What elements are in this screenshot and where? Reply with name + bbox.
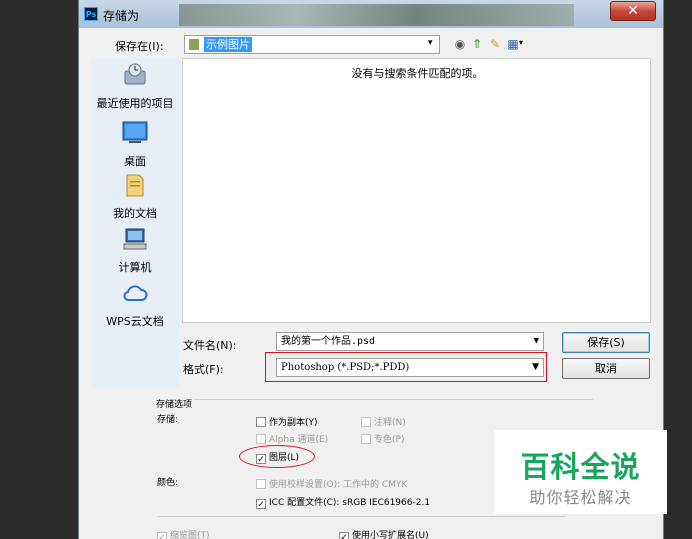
- back-icon[interactable]: ◉: [452, 36, 468, 52]
- place-label: 我的文档: [113, 207, 157, 220]
- layers-highlight-circle: [239, 445, 315, 468]
- file-list[interactable]: 没有与搜索条件匹配的项。: [182, 58, 651, 323]
- options-separator: [157, 516, 565, 517]
- checkmark-icon[interactable]: ✓: [339, 532, 349, 539]
- checkbox[interactable]: [256, 479, 266, 489]
- chevron-down-icon[interactable]: ▼: [534, 333, 539, 350]
- save-button[interactable]: 保存(S): [562, 332, 650, 353]
- place-documents[interactable]: 我的文档: [91, 172, 179, 221]
- filename-input[interactable]: 我的第一个作品.psd ▼: [276, 332, 544, 351]
- save-in-label: 保存在(I):: [115, 40, 164, 53]
- folder-icon: [189, 39, 199, 50]
- checkmark-icon[interactable]: ✓: [256, 499, 266, 510]
- checkbox[interactable]: [361, 417, 371, 427]
- place-label: 桌面: [124, 155, 146, 168]
- alpha-channels-checkbox[interactable]: Alpha 通道(E): [256, 432, 328, 445]
- chevron-down-icon[interactable]: ▼: [532, 359, 539, 376]
- place-label: 最近使用的项目: [96, 97, 174, 110]
- filename-value: 我的第一个作品.psd: [281, 336, 376, 347]
- computer-icon: [123, 228, 147, 250]
- as-copy-checkbox[interactable]: 作为副本(Y): [256, 415, 318, 428]
- watermark-title: 百科全说: [520, 450, 641, 484]
- empty-message: 没有与搜索条件匹配的项。: [351, 67, 484, 80]
- notes-checkbox[interactable]: 注释(N): [361, 415, 406, 428]
- photoshop-icon: Ps: [84, 7, 98, 21]
- cancel-button[interactable]: 取消: [562, 358, 650, 379]
- color-label: 颜色:: [157, 478, 179, 488]
- options-divider: [157, 399, 593, 400]
- thumbnail-checkbox[interactable]: ✓ 缩览图(T): [157, 528, 210, 539]
- title-bar[interactable]: Ps 存储为 ✕: [79, 0, 663, 28]
- desktop-icon: [122, 121, 148, 143]
- chevron-down-icon: ▾: [428, 38, 433, 48]
- view-menu-arrow-icon[interactable]: ▾: [519, 38, 523, 47]
- lowercase-extension-label: 使用小写扩展名(U): [352, 531, 429, 539]
- place-desktop[interactable]: 桌面: [91, 120, 179, 169]
- watermark: 百科全说 助你轻松解决: [494, 430, 667, 514]
- format-select[interactable]: Photoshop (*.PSD;*.PDD) ▼: [276, 358, 544, 377]
- thumbnail-label: 缩览图(T): [170, 531, 210, 539]
- documents-icon: [126, 174, 144, 197]
- place-computer[interactable]: 计算机: [91, 226, 179, 275]
- place-label: 计算机: [118, 261, 152, 274]
- alpha-label: Alpha 通道(E): [269, 435, 329, 445]
- proof-label: 使用校样设置(O): 工作中的 CMYK: [269, 480, 408, 490]
- cloud-icon: [123, 285, 148, 301]
- lowercase-extension-checkbox[interactable]: ✓ 使用小写扩展名(U): [339, 528, 429, 539]
- window-title: 存储为: [103, 9, 140, 23]
- place-label: WPS云文档: [106, 315, 164, 328]
- format-value: Photoshop (*.PSD;*.PDD): [281, 362, 410, 373]
- spot-label: 专色(P): [374, 435, 405, 445]
- save-label: 存储:: [157, 415, 179, 425]
- format-label: 格式(F):: [183, 363, 224, 376]
- watermark-subtitle: 助你轻松解决: [529, 488, 632, 507]
- title-background-image: [179, 4, 574, 26]
- save-options-title: 存储选项: [156, 397, 195, 410]
- recent-icon: [124, 63, 146, 85]
- checkmark-icon[interactable]: ✓: [157, 532, 167, 539]
- icc-label: ICC 配置文件(C): sRGB IEC61966-2.1: [269, 498, 431, 508]
- checkbox[interactable]: [256, 434, 266, 444]
- as-copy-label: 作为副本(Y): [269, 418, 318, 428]
- selected-folder-name: 示例图片: [204, 37, 252, 52]
- proof-setup-checkbox[interactable]: 使用校样设置(O): 工作中的 CMYK: [256, 477, 407, 490]
- save-in-folder-select[interactable]: 示例图片 ▾: [184, 35, 440, 54]
- spot-colors-checkbox[interactable]: 专色(P): [361, 432, 404, 445]
- places-bar: 最近使用的项目 桌面 我的文档 计算机 WPS云文档: [91, 58, 179, 388]
- place-wps-cloud[interactable]: WPS云文档: [91, 280, 179, 329]
- up-folder-icon[interactable]: ⇑: [469, 36, 485, 52]
- checkbox[interactable]: [256, 417, 266, 427]
- close-button[interactable]: ✕: [610, 1, 656, 21]
- place-recent[interactable]: 最近使用的项目: [91, 62, 179, 111]
- checkbox[interactable]: [361, 434, 371, 444]
- new-folder-icon[interactable]: ✎: [487, 36, 503, 52]
- filename-label: 文件名(N):: [183, 339, 237, 352]
- notes-label: 注释(N): [374, 418, 406, 428]
- icc-profile-checkbox[interactable]: ✓ ICC 配置文件(C): sRGB IEC61966-2.1: [256, 495, 431, 510]
